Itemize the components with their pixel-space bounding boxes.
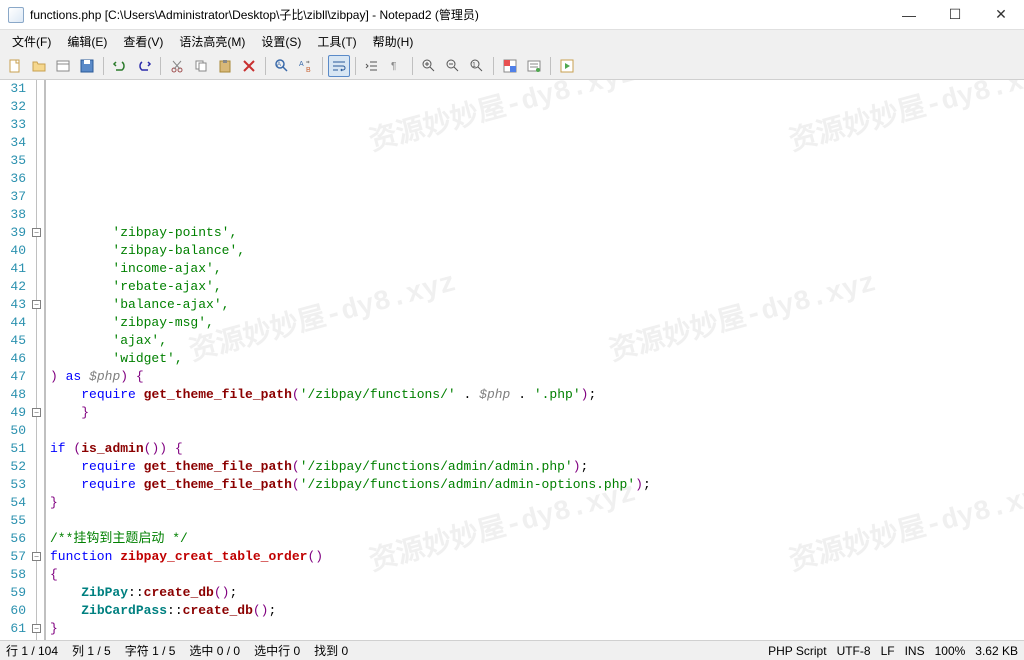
save-button[interactable] [76, 55, 98, 77]
status-segment[interactable]: LF [881, 644, 895, 658]
status-segment: 选中行 0 [254, 642, 300, 659]
redo-button[interactable] [133, 55, 155, 77]
run-button[interactable] [556, 55, 578, 77]
fold-column: − − − − − [32, 80, 44, 640]
status-segment[interactable]: INS [905, 644, 925, 658]
menu-item[interactable]: 工具(T) [309, 31, 364, 52]
code-line: { [50, 566, 1024, 584]
code-line: } [50, 494, 1024, 512]
code-line: } [50, 620, 1024, 638]
cut-button[interactable] [166, 55, 188, 77]
line-number-gutter: 3132333435363738394041424344454647484950… [0, 80, 32, 640]
editor-area[interactable]: 3132333435363738394041424344454647484950… [0, 80, 1024, 640]
code-line: ZibCardPass::create_db(); [50, 602, 1024, 620]
code-line: 'zibpay-points', [50, 224, 1024, 242]
svg-text:A: A [299, 61, 304, 68]
status-segment: 列 1 / 5 [72, 642, 111, 659]
code-line: function zibpay_creat_table_order() [50, 548, 1024, 566]
status-segment: 选中 0 / 0 [189, 642, 240, 659]
fold-toggle[interactable]: − [32, 300, 41, 309]
window-buttons: — ☐ ✕ [886, 0, 1024, 29]
code-line: 'widget', [50, 350, 1024, 368]
fold-toggle[interactable]: − [32, 408, 41, 417]
zoom-reset-button[interactable]: 1 [466, 55, 488, 77]
status-bar: 行 1 / 104 列 1 / 5 字符 1 / 5 选中 0 / 0 选中行 0 找到 … [0, 640, 1024, 660]
code-line: 'balance-ajax', [50, 296, 1024, 314]
zoom-out-button[interactable] [442, 55, 464, 77]
code-line: /**挂钩到主题启动 */ [50, 530, 1024, 548]
menu-item[interactable]: 设置(S) [253, 31, 309, 52]
app-icon [8, 7, 24, 23]
indent-button[interactable] [361, 55, 383, 77]
status-segment[interactable]: PHP Script [768, 644, 826, 658]
close-button[interactable]: ✕ [978, 0, 1024, 29]
word-wrap-button[interactable] [328, 55, 350, 77]
status-segment: 行 1 / 104 [6, 642, 58, 659]
delete-button[interactable] [238, 55, 260, 77]
code-line: 'zibpay-msg', [50, 314, 1024, 332]
code-line [50, 422, 1024, 440]
menu-item[interactable]: 语法高亮(M) [171, 31, 253, 52]
minimize-button[interactable]: — [886, 0, 932, 29]
window-title: functions.php [C:\Users\Administrator\De… [30, 6, 886, 23]
svg-text:1: 1 [472, 62, 476, 69]
copy-button[interactable] [190, 55, 212, 77]
code-line: ZibPay::create_db(); [50, 584, 1024, 602]
code-line: require get_theme_file_path('/zibpay/fun… [50, 476, 1024, 494]
svg-text:B: B [306, 67, 311, 74]
code-line: 'income-ajax', [50, 260, 1024, 278]
menu-item[interactable]: 编辑(E) [59, 31, 115, 52]
status-segment: 找到 0 [314, 642, 348, 659]
code-line: ) as $php) { [50, 368, 1024, 386]
menu-item[interactable]: 查看(V) [115, 31, 171, 52]
code-line: 'rebate-ajax', [50, 278, 1024, 296]
zoom-in-button[interactable] [418, 55, 440, 77]
title-bar: functions.php [C:\Users\Administrator\De… [0, 0, 1024, 30]
code-line: 'zibpay-balance', [50, 242, 1024, 260]
find-button[interactable]: A [271, 55, 293, 77]
status-segment[interactable]: 100% [935, 644, 966, 658]
svg-text:¶: ¶ [391, 61, 396, 72]
replace-button[interactable]: AB [295, 55, 317, 77]
customize-button[interactable] [523, 55, 545, 77]
show-whitespace-button[interactable]: ¶ [385, 55, 407, 77]
code-line: require get_theme_file_path('/zibpay/fun… [50, 458, 1024, 476]
menu-bar: 文件(F)编辑(E)查看(V)语法高亮(M)设置(S)工具(T)帮助(H) [0, 30, 1024, 52]
status-segment[interactable]: UTF-8 [837, 644, 871, 658]
svg-text:A: A [277, 62, 281, 68]
undo-button[interactable] [109, 55, 131, 77]
syntax-scheme-button[interactable] [499, 55, 521, 77]
toolbar: A AB ¶ 1 [0, 52, 1024, 80]
watermark: 资源妙妙屋-dy8.xyz [368, 80, 638, 153]
code-line: 'ajax', [50, 332, 1024, 350]
open-file-button[interactable] [28, 55, 50, 77]
status-segment[interactable]: 3.62 KB [975, 644, 1018, 658]
watermark: 资源妙妙屋-dy8.xyz [788, 80, 1024, 153]
fold-toggle[interactable]: − [32, 228, 41, 237]
code-content[interactable]: 资源妙妙屋-dy8.xyz 资源妙妙屋-dy8.xyz 资源妙妙屋-dy8.xy… [46, 80, 1024, 640]
maximize-button[interactable]: ☐ [932, 0, 978, 29]
new-file-button[interactable] [4, 55, 26, 77]
fold-toggle[interactable]: − [32, 624, 41, 633]
paste-button[interactable] [214, 55, 236, 77]
fold-toggle[interactable]: − [32, 552, 41, 561]
menu-item[interactable]: 帮助(H) [365, 31, 422, 52]
status-segment: 字符 1 / 5 [125, 642, 176, 659]
code-line: require get_theme_file_path('/zibpay/fun… [50, 386, 1024, 404]
menu-item[interactable]: 文件(F) [4, 31, 59, 52]
history-button[interactable] [52, 55, 74, 77]
code-line: } [50, 404, 1024, 422]
code-line: if (is_admin()) { [50, 440, 1024, 458]
code-line [50, 512, 1024, 530]
